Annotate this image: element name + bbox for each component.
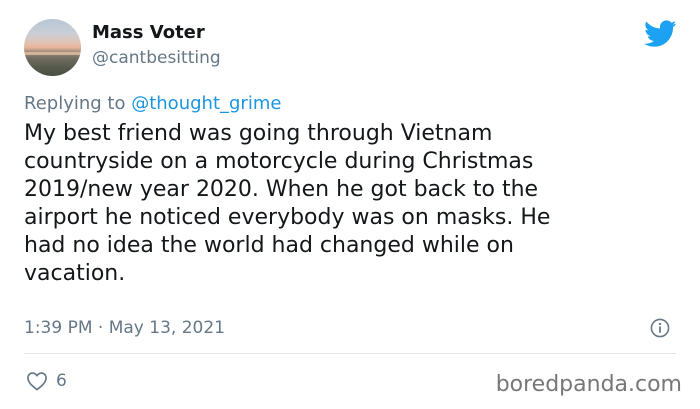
watermark: boredpanda.com	[495, 372, 682, 397]
tweet-text-line: vacation.	[24, 261, 126, 286]
avatar[interactable]	[24, 19, 81, 76]
tweet-timestamp[interactable]: 1:39 PM · May 13, 2021	[24, 317, 225, 339]
replying-to: Replying to @thought_grime	[24, 93, 281, 115]
user-handle[interactable]: @cantbesitting	[92, 47, 221, 69]
tweet-text-line: had no idea the world had changed while …	[24, 233, 514, 258]
heart-icon[interactable]	[26, 371, 48, 391]
tweet-text: My best friend was going through Vietnam…	[24, 120, 664, 288]
divider	[24, 353, 676, 354]
tweet-text-line: My best friend was going through Vietnam	[24, 121, 493, 146]
like-button[interactable]: 6	[26, 370, 67, 392]
tweet-text-line: countryside on a motorcycle during Chris…	[24, 149, 534, 174]
info-icon[interactable]	[650, 318, 670, 338]
display-name[interactable]: Mass Voter	[92, 22, 205, 44]
twitter-bird-icon[interactable]	[644, 20, 677, 48]
replying-prefix: Replying to	[24, 93, 126, 114]
tweet-text-line: 2019/new year 2020. When he got back to …	[24, 177, 539, 202]
tweet-card: Mass Voter @cantbesitting Replying to @t…	[0, 0, 700, 409]
tweet-text-line: airport he noticed everybody was on mask…	[24, 205, 551, 230]
avatar-horizon	[24, 52, 81, 55]
like-count: 6	[56, 371, 67, 391]
reply-mention-link[interactable]: @thought_grime	[131, 93, 281, 114]
